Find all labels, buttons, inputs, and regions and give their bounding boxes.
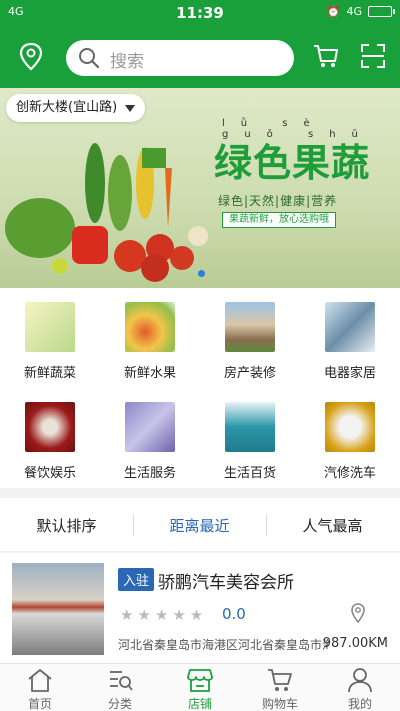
- category-goods[interactable]: 生活百货: [210, 402, 290, 481]
- dining-icon: [25, 402, 75, 452]
- sort-popular[interactable]: 人气最高: [266, 515, 399, 536]
- battery-icon: [368, 6, 395, 17]
- nav-shop[interactable]: 店铺: [160, 664, 240, 711]
- search-icon: [79, 48, 100, 69]
- alarm-icon: ⏰: [326, 5, 341, 18]
- search-input[interactable]: 搜索: [66, 40, 294, 76]
- category-label: 餐饮娱乐: [23, 466, 76, 481]
- location-icon[interactable]: [18, 42, 44, 72]
- goods-icon: [225, 402, 275, 452]
- appliances-icon: [325, 302, 375, 352]
- category-icon: [110, 671, 133, 691]
- scan-icon[interactable]: [360, 43, 386, 69]
- promo-banner[interactable]: 创新大楼(宜山路) lǜ sè guǒ shū 绿色果蔬 绿色|天然|健康|营养…: [0, 88, 400, 288]
- nav-label: 我的: [347, 697, 372, 711]
- sort-nearest[interactable]: 距离最近: [133, 515, 266, 536]
- banner-subtitle: 绿色|天然|健康|营养: [218, 194, 338, 208]
- banner-tagline: 果蔬新鲜，放心选购哦: [222, 212, 336, 228]
- location-selector[interactable]: 创新大楼(宜山路): [6, 94, 146, 122]
- store-distance: 987.00KM: [322, 636, 388, 651]
- category-label: 电器家居: [323, 366, 376, 381]
- profile-icon: [348, 668, 372, 693]
- nav-category[interactable]: 分类: [80, 664, 160, 711]
- sort-default[interactable]: 默认排序: [0, 515, 133, 536]
- category-appliances[interactable]: 电器家居: [310, 302, 390, 381]
- category-label: 生活百货: [223, 466, 276, 481]
- home-icon: [28, 669, 52, 692]
- nav-label: 分类: [107, 697, 132, 711]
- nav-label: 首页: [27, 697, 52, 711]
- cart-icon[interactable]: [312, 42, 340, 70]
- shop-icon: [187, 669, 213, 692]
- store-card[interactable]: 入驻 骄鹏汽车美容会所 ★★★★★ 0.0 河北省秦皇岛市海港区河北省秦皇岛市海…: [0, 553, 400, 663]
- store-name: 骄鹏汽车美容会所: [158, 573, 294, 593]
- network-indicator-right: 4G: [346, 5, 362, 18]
- nav-cart[interactable]: 购物车: [240, 664, 320, 711]
- sort-bar: 默认排序 距离最近 人气最高: [0, 498, 400, 552]
- category-vegetables[interactable]: 新鲜蔬菜: [10, 302, 90, 381]
- carousel-indicator[interactable]: [198, 270, 205, 277]
- store-thumbnail: [12, 563, 104, 655]
- category-real-estate[interactable]: 房产装修: [210, 302, 290, 381]
- category-dining[interactable]: 餐饮娱乐: [10, 402, 90, 481]
- nav-label: 购物车: [261, 697, 298, 711]
- category-grid: 新鲜蔬菜 新鲜水果 房产装修 电器家居 餐饮娱乐 生活服务 生活百货 汽修洗车: [0, 288, 400, 488]
- store-badge: 入驻: [118, 568, 155, 591]
- bottom-nav: 首页 分类 店铺 购物车 我的: [0, 663, 400, 711]
- real-estate-icon: [225, 302, 275, 352]
- car-wash-icon: [325, 402, 375, 452]
- category-life-service[interactable]: 生活服务: [110, 402, 190, 481]
- category-car-wash[interactable]: 汽修洗车: [310, 402, 390, 481]
- header: 搜索: [0, 26, 400, 88]
- fruit-icon: [125, 302, 175, 352]
- search-placeholder: 搜索: [110, 52, 144, 72]
- chevron-down-icon: [125, 105, 136, 112]
- cart-icon: [268, 669, 292, 691]
- rating-stars: ★★★★★: [120, 606, 208, 624]
- life-service-icon: [125, 402, 175, 452]
- nav-profile[interactable]: 我的: [320, 664, 400, 711]
- map-pin-icon: [351, 603, 365, 623]
- vegetables-icon: [25, 302, 75, 352]
- status-bar: 4G 11:39 ⏰ 4G: [0, 0, 400, 26]
- nav-label: 店铺: [187, 697, 212, 711]
- location-text: 创新大楼(宜山路): [16, 100, 118, 115]
- rating-score: 0.0: [222, 605, 246, 623]
- category-label: 生活服务: [123, 466, 176, 481]
- category-label: 房产装修: [223, 366, 276, 381]
- nav-home[interactable]: 首页: [0, 664, 80, 711]
- status-right: ⏰ 4G: [326, 5, 395, 18]
- vegetables-illustration: [5, 143, 208, 282]
- category-fruit[interactable]: 新鲜水果: [110, 302, 190, 381]
- category-label: 新鲜水果: [123, 366, 176, 381]
- category-label: 新鲜蔬菜: [23, 366, 76, 381]
- store-address: 河北省秦皇岛市海港区河北省秦皇岛市海港区: [118, 638, 328, 652]
- banner-title: 绿色果蔬: [214, 141, 371, 185]
- category-label: 汽修洗车: [323, 466, 376, 481]
